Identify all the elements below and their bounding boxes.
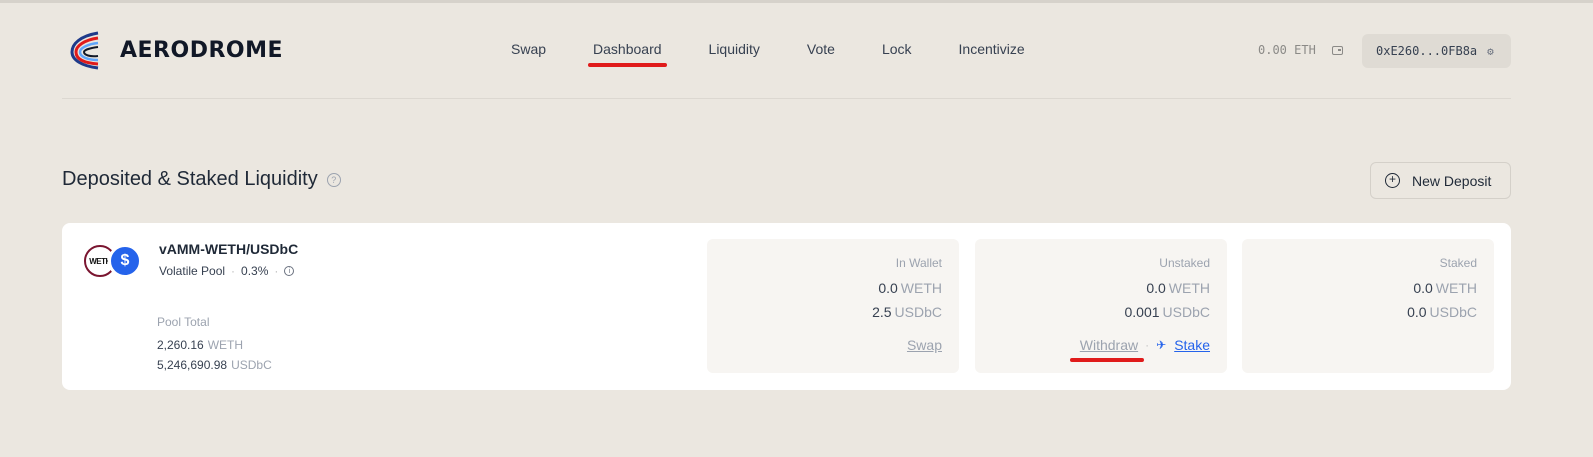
in-wallet-actions: Swap <box>907 337 942 353</box>
pool-total-weth: 2,260.16 WETH <box>157 338 244 352</box>
in-wallet-usdbc: 2.5 USDbC <box>872 304 942 320</box>
help-icon[interactable]: ? <box>326 172 341 187</box>
nav-swap[interactable]: Swap <box>511 39 546 59</box>
pool-meta: Volatile Pool · 0.3% · i <box>159 264 295 278</box>
logo[interactable]: AERODROME <box>68 30 283 70</box>
account-button[interactable]: 0xE260...0FB8a ⚙ <box>1362 34 1511 68</box>
separator: · <box>231 264 236 278</box>
stake-icon: ✈ <box>1156 338 1167 352</box>
pool-type: Volatile Pool <box>159 264 226 278</box>
in-wallet-weth: 0.0 WETH <box>878 280 942 296</box>
nav-vote[interactable]: Vote <box>807 39 835 59</box>
separator: · <box>1145 338 1150 352</box>
new-deposit-label: New Deposit <box>1412 172 1492 189</box>
in-wallet-box: In Wallet 0.0 WETH 2.5 USDbC Swap <box>707 239 959 373</box>
section-title: Deposited & Staked Liquidity <box>62 168 318 190</box>
token-pair-icons: WETH $ <box>84 244 142 278</box>
brand-name: AERODROME <box>120 37 284 63</box>
in-wallet-label: In Wallet <box>895 256 942 270</box>
nav-incentivize[interactable]: Incentivize <box>959 39 1025 59</box>
staked-usdbc: 0.0 USDbC <box>1407 304 1477 320</box>
nav-lock[interactable]: Lock <box>882 39 912 59</box>
swap-link[interactable]: Swap <box>907 337 942 353</box>
staked-label: Staked <box>1439 256 1477 270</box>
staked-weth: 0.0 WETH <box>1413 280 1477 296</box>
aerodrome-logo-icon <box>70 31 99 70</box>
account-address: 0xE260...0FB8a <box>1376 44 1478 58</box>
balance-text: 0.00 ETH <box>1258 43 1316 57</box>
pool-fee: 0.3% <box>241 264 269 278</box>
section-header: Deposited & Staked Liquidity ? <box>62 168 341 191</box>
pool-name[interactable]: vAMM-WETH/USDbC <box>159 241 298 257</box>
new-deposit-button[interactable]: + New Deposit <box>1370 162 1511 199</box>
highlight-underline <box>1069 358 1145 362</box>
plus-circle-icon: + <box>1385 173 1400 188</box>
unstaked-usdbc: 0.001 USDbC <box>1124 304 1210 320</box>
nav-dashboard[interactable]: Dashboard <box>588 39 666 67</box>
withdraw-link[interactable]: Withdraw <box>1069 337 1145 362</box>
nav-liquidity[interactable]: Liquidity <box>709 39 760 59</box>
pool-total-label: Pool Total <box>157 315 210 329</box>
usdc-token-icon: $ <box>108 244 142 278</box>
staked-box: Staked 0.0 WETH 0.0 USDbC <box>1242 239 1494 373</box>
separator: · <box>274 264 279 278</box>
top-header: AERODROME Swap Dashboard Liquidity Vote … <box>62 3 1511 99</box>
main-nav: Swap Dashboard Liquidity Vote Lock Incen… <box>511 39 1072 67</box>
info-icon[interactable]: i <box>284 266 295 276</box>
pool-card: WETH $ vAMM-WETH/USDbC Volatile Pool · 0… <box>62 223 1511 390</box>
unstaked-weth: 0.0 WETH <box>1146 280 1210 296</box>
unstaked-label: Unstaked <box>1159 256 1210 270</box>
eth-balance: 0.00 ETH <box>1258 43 1343 57</box>
unstaked-actions: Withdraw · ✈ Stake <box>1069 337 1210 362</box>
gear-icon: ⚙ <box>1487 44 1494 58</box>
wallet-icon[interactable] <box>1331 45 1343 55</box>
stake-link[interactable]: Stake <box>1174 337 1210 353</box>
unstaked-box: Unstaked 0.0 WETH 0.001 USDbC Withdraw · ✈… <box>975 239 1227 373</box>
pool-total-usdbc: 5,246,690.98 USDbC <box>157 358 272 372</box>
